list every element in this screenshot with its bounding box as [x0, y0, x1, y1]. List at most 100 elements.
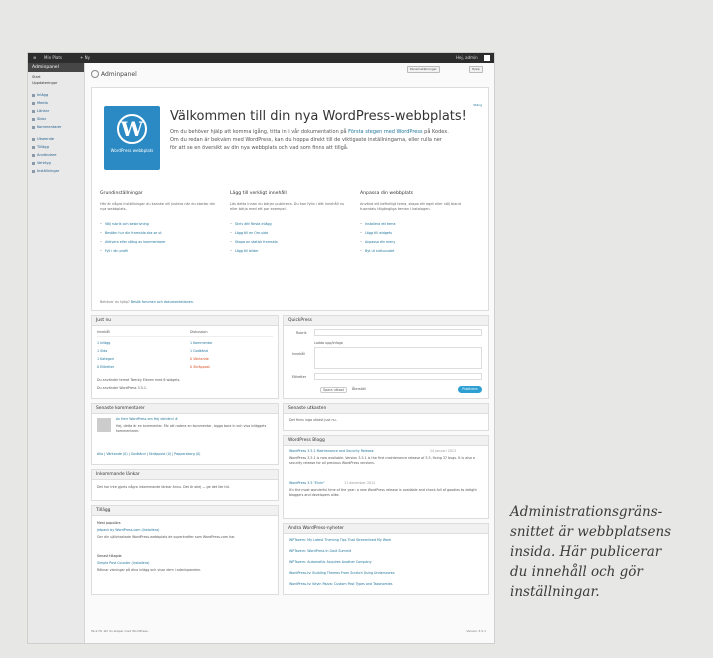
sidebar-item-plugins[interactable]: Tillägg	[32, 145, 49, 149]
caption-line: inställningar.	[510, 584, 600, 600]
blog-post-link[interactable]: WordPress 3.5.1 Maintenance and Security…	[289, 449, 374, 453]
stat-row[interactable]: 1 Kommentar	[190, 341, 212, 345]
widget-title[interactable]: Just nu	[92, 316, 278, 326]
avatar	[97, 418, 111, 432]
welcome-panel: Stäng W WordPress webbplats Välkommen ti…	[91, 87, 489, 311]
welcome-text-part: Om du behöver hjälp att komma igång, tit…	[170, 129, 349, 135]
welcome-link[interactable]: Skriv ditt första inlägg	[230, 220, 348, 229]
plugin-link[interactable]: Simple Post Counter (Installera)	[97, 561, 149, 565]
column-text: Använd ett befintligt tema, skapa ett eg…	[360, 202, 461, 211]
admin-bar-user[interactable]: Hej, admin	[456, 55, 478, 60]
screen-options-button[interactable]: Panelinställningar	[407, 66, 440, 73]
title-input[interactable]	[314, 329, 482, 336]
news-link[interactable]: WordPress.tv: Building Themes From Scrat…	[289, 571, 395, 575]
stat-row[interactable]: 0 Etiketter	[97, 365, 114, 369]
content-textarea[interactable]	[314, 347, 482, 369]
blog-post-excerpt: WordPress 3.5.1 is now available. Versio…	[289, 456, 475, 465]
welcome-column-settings: Grundinställningar Här är några inställn…	[100, 191, 218, 256]
welcome-text: Om du behöver hjälp att komma igång, tit…	[170, 128, 450, 152]
sidebar-item-label: Inställningar	[37, 169, 60, 173]
admin-bar: ⊛ Min Plats + Ny Hej, admin	[28, 53, 494, 63]
welcome-link[interactable]: Skapa en statisk framsida	[230, 238, 348, 247]
screenshot-frame: ⊛ Min Plats + Ny Hej, admin Adminpanel S…	[27, 52, 495, 644]
sidebar-sub-start[interactable]: Start	[32, 75, 41, 79]
comment-filters[interactable]: Alla | Väntande (0) | Godkänd | Skräppos…	[97, 452, 200, 456]
news-link[interactable]: WordPress.tv: Kevin Pazza: Custom Post T…	[289, 582, 393, 586]
admin-bar-new[interactable]: + Ny	[80, 55, 90, 60]
publish-button[interactable]: Publicera	[458, 386, 482, 393]
welcome-link[interactable]: Installera ett tema	[360, 220, 478, 229]
welcome-link[interactable]: Fyll i din profil	[100, 247, 218, 256]
stat-row[interactable]: 1 Kategori	[97, 357, 114, 361]
sidebar-item-tools[interactable]: Verktyg	[32, 161, 51, 165]
welcome-footer: Behöver du hjälp? Besök forumen och doku…	[100, 300, 194, 304]
reset-button[interactable]: Återställ	[352, 387, 366, 391]
caption-line: insida. Här publicerar	[510, 544, 662, 560]
settings-icon	[32, 169, 35, 173]
plugin-description: Räknar visningar på dina inlägg och visa…	[97, 568, 202, 572]
sidebar-item-pages[interactable]: Sidor	[32, 117, 46, 121]
blog-post-date: 24 januari 2013	[430, 449, 457, 453]
widget-title[interactable]: Tillägg	[92, 506, 278, 516]
save-draft-button[interactable]: Spara utkast	[320, 387, 347, 393]
news-link[interactable]: WPTavern: Automattic Acquires Another Co…	[289, 560, 372, 564]
wrench-icon	[32, 161, 35, 165]
widget-title[interactable]: Senaste kommentarer	[92, 404, 278, 414]
news-link[interactable]: WPTavern: WordPress in Govt Summit	[289, 549, 351, 553]
welcome-link[interactable]: Lägg till en Om-sida	[230, 229, 348, 238]
sidebar-item-media[interactable]: Media	[32, 101, 48, 105]
plugin-section-label: Mest populära	[97, 521, 121, 525]
tags-label: Etiketter	[292, 375, 307, 379]
welcome-link[interactable]: Lägg till bilder	[230, 247, 348, 256]
tags-input[interactable]	[314, 373, 482, 380]
widget-title[interactable]: QuickPress	[284, 316, 488, 326]
incoming-links-widget: Inkommande länkar Det har inte gjorts nå…	[91, 469, 279, 501]
blog-post-excerpt: It's the most wonderful time of the year…	[289, 488, 477, 497]
admin-bar-site[interactable]: Min Plats	[44, 55, 62, 60]
plugin-section-label: Senast tillagda	[97, 554, 122, 558]
plug-icon	[32, 145, 35, 149]
sidebar-item-users[interactable]: Användare	[32, 153, 56, 157]
sidebar-item-appearance[interactable]: Utseende	[32, 137, 54, 141]
footer-version: Version 3.5.1	[466, 629, 486, 633]
stat-row[interactable]: 1 Inlägg	[97, 341, 110, 345]
welcome-link[interactable]: Bestäm hur din framsida ska se ut	[100, 229, 218, 238]
stat-row[interactable]: 0 Väntande	[190, 357, 209, 361]
avatar[interactable]	[484, 55, 490, 61]
widget-title[interactable]: Inkommande länkar	[92, 470, 278, 480]
plugin-link[interactable]: Jetpack by WordPress.com (Installera)	[97, 528, 159, 532]
column-text: Läs detta innan du börjar publicera. Du …	[230, 202, 345, 211]
widget-title[interactable]: Andra WordPress-nyheter	[284, 524, 488, 534]
welcome-link[interactable]: Anpassa din meny	[360, 238, 478, 247]
help-button[interactable]: Hjälp	[469, 66, 483, 73]
column-label: Diskussion	[190, 330, 208, 334]
sidebar-item-comments[interactable]: Kommentarer	[32, 125, 62, 129]
sidebar-sub-updates[interactable]: Uppdateringar	[32, 81, 57, 85]
sidebar-item-dashboard[interactable]: Adminpanel	[28, 63, 84, 72]
welcome-link[interactable]: Aktivera eller stäng av kommentarer	[100, 238, 218, 247]
close-welcome-link[interactable]: Stäng	[473, 103, 482, 107]
sidebar-item-label: Inlägg	[37, 93, 49, 97]
upload-media-link[interactable]: Ladda upp/infoga	[314, 341, 343, 345]
stat-row[interactable]: 1 Godkänd	[190, 349, 208, 353]
other-news-widget: Andra WordPress-nyheter WPTavern: My Lat…	[283, 523, 489, 595]
comment-author[interactable]: Av Herr WordPress om Hej världen! #	[116, 417, 178, 421]
widget-title[interactable]: WordPress Blogg	[284, 436, 488, 446]
sidebar-item-links[interactable]: Länkar	[32, 109, 49, 113]
welcome-footer-link[interactable]: Besök forumen och dokumentationen.	[131, 300, 194, 304]
welcome-link[interactable]: Byt ut sidhuvudet	[360, 247, 478, 256]
blog-post-link[interactable]: WordPress 3.5 "Elvin"	[289, 481, 324, 485]
sidebar-item-label: Tillägg	[37, 145, 49, 149]
widget-title[interactable]: Senaste utkasten	[284, 404, 488, 414]
sidebar-item-settings[interactable]: Inställningar	[32, 169, 59, 173]
stat-row[interactable]: 1 Sida	[97, 349, 107, 353]
welcome-link[interactable]: Välj rubrik och beskrivning	[100, 220, 218, 229]
wordpress-icon[interactable]: ⊛	[33, 55, 36, 60]
welcome-link[interactable]: Lägg till widgets	[360, 229, 478, 238]
drafts-empty-text: Det finns inga utkast just nu.	[289, 418, 337, 422]
news-link[interactable]: WPTavern: My Latest Theming Tips That St…	[289, 538, 391, 542]
link-icon	[32, 109, 35, 113]
stat-row[interactable]: 0 Skräppost	[190, 365, 210, 369]
sidebar-item-posts[interactable]: Inlägg	[32, 93, 48, 97]
getting-started-link[interactable]: Första stegen med WordPress	[348, 129, 422, 135]
